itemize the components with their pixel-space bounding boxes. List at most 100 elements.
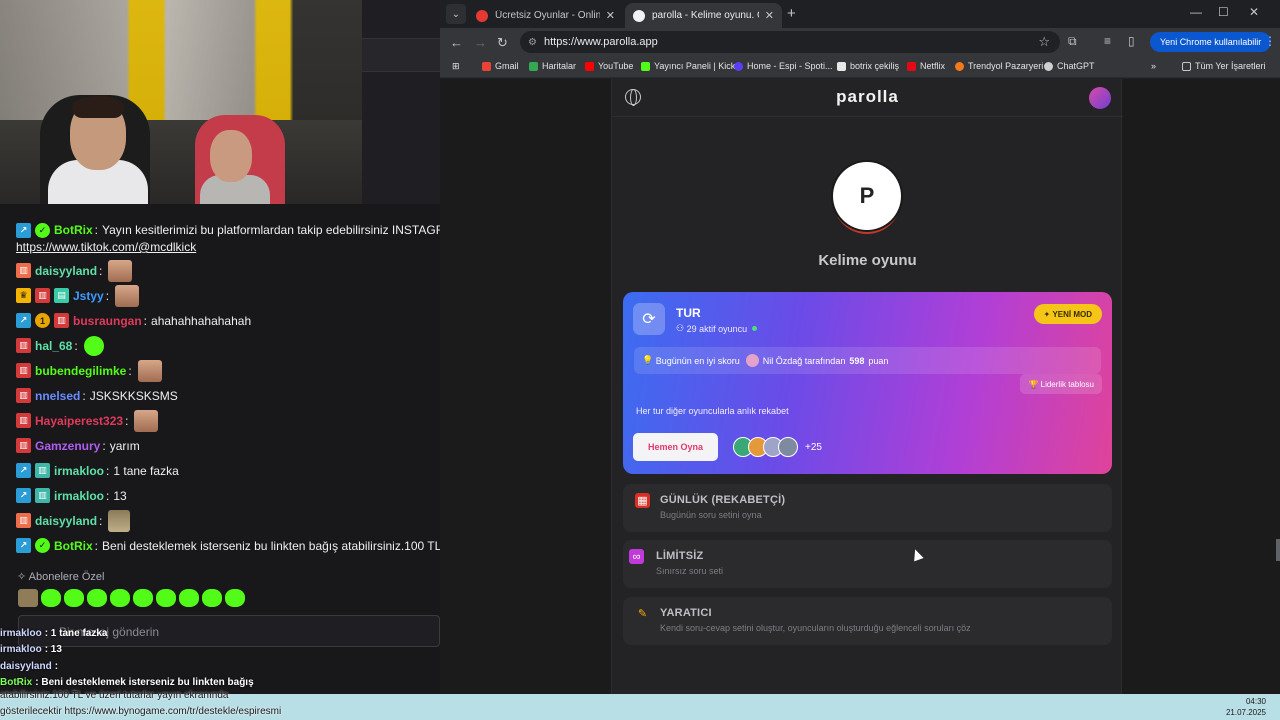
chat-link[interactable]: https://www.tiktok.com/@mcdlkick: [16, 240, 196, 254]
crown-badge-icon: ♛: [16, 288, 31, 303]
pencil-icon: ✎: [637, 608, 648, 620]
browser-toolbar: ← → ↻ ⚙ https://www.parolla.app ☆ ⧉ ≡ ▯ …: [440, 28, 1280, 56]
chat-text: ahahahhahahahah: [151, 313, 252, 328]
play-now-button[interactable]: Hemen Oyna: [633, 433, 718, 461]
bookmarks-overflow-icon[interactable]: »: [1151, 61, 1156, 71]
maximize-icon[interactable]: ☐: [1218, 5, 1229, 19]
forward-icon[interactable]: →: [474, 35, 487, 50]
tur-mode-card[interactable]: ⟳ TUR ⚇ 29 aktif oyuncu ✦ YENİ MOD 💡 Bug…: [623, 292, 1112, 474]
donation-ticker-line: gösterilecektir https://www.bynogame.com…: [0, 706, 282, 717]
face-emote-icon: [137, 359, 162, 382]
address-bar[interactable]: ⚙ https://www.parolla.app ☆: [520, 31, 1060, 53]
verified-badge-icon: ✓: [35, 538, 50, 553]
emote-icon[interactable]: [41, 589, 61, 607]
avatar[interactable]: [1089, 87, 1111, 109]
bookmark-chatgpt[interactable]: ChatGPT: [1044, 61, 1095, 71]
back-icon[interactable]: ←: [450, 35, 463, 50]
reading-list-icon[interactable]: ≡: [1104, 34, 1111, 48]
chat-text: 13: [113, 488, 127, 503]
chat-message: ↗ 1 ▥ busraungan: ahahahhahahahah: [0, 308, 440, 333]
emote-icon[interactable]: [156, 589, 176, 607]
close-icon[interactable]: ✕: [765, 9, 774, 22]
apps-icon[interactable]: ⊞: [452, 61, 460, 72]
emote-icon[interactable]: [202, 589, 222, 607]
chat-username[interactable]: Gamzenury: [35, 439, 100, 453]
chrome-update-button[interactable]: Yeni Chrome kullanılabilir: [1150, 32, 1272, 52]
stream-chat-overlay: irmakloo: 1 tane fazka irmakloo: 13 dais…: [0, 625, 440, 691]
bookmark-trendyol[interactable]: Trendyol Pazaryeri: [955, 61, 1043, 71]
bookmark-botrix[interactable]: botrix çekiliş: [837, 61, 899, 71]
close-window-icon[interactable]: ✕: [1249, 5, 1259, 19]
chat-message: ▥ Gamzenury: yarım: [0, 433, 440, 458]
gift-badge-icon: ▤: [54, 288, 69, 303]
emote-icon[interactable]: [110, 589, 130, 607]
new-tab-button[interactable]: +: [787, 5, 796, 22]
scrollbar[interactable]: [1276, 539, 1280, 561]
bookmark-star-icon[interactable]: ☆: [1038, 34, 1050, 50]
emote-icon[interactable]: [179, 589, 199, 607]
mode-limitsiz[interactable]: ∞ LİMİTSİZ Sınırsız soru seti: [623, 540, 1112, 588]
emote-icon[interactable]: [225, 589, 245, 607]
overlay-message: irmakloo: 1 tane fazka: [0, 627, 108, 639]
chat-username[interactable]: Hayaiperest323: [35, 414, 123, 428]
mode-yaratici[interactable]: ✎ YARATICI Kendi soru-cevap setini oluşt…: [623, 597, 1112, 645]
trophy-icon: 🏆: [1028, 379, 1041, 389]
chat-username[interactable]: irmakloo: [54, 464, 104, 478]
online-dot-icon: [752, 326, 758, 331]
chat-list: ↗ ✓ BotRix: Yayın kesitlerimizi bu platf…: [0, 218, 440, 558]
bookmark-gmail[interactable]: Gmail: [482, 61, 519, 71]
close-icon[interactable]: ✕: [606, 9, 615, 22]
chat-message: ♛ ▥ ▤ Jstyy:: [0, 283, 440, 308]
bookmark-kick[interactable]: Yayıncı Paneli | Kick: [641, 61, 735, 71]
app-logo[interactable]: parolla: [612, 87, 1123, 107]
arrow-badge-icon: ↗: [16, 538, 31, 553]
extensions-icon[interactable]: ⧉: [1068, 34, 1077, 49]
chat-message: ▥ hal_68:: [0, 333, 440, 358]
bookmark-netflix[interactable]: Netflix: [907, 61, 945, 71]
stream-panel: ↗ ✓ BotRix: Yayın kesitlerimizi bu platf…: [0, 0, 440, 694]
bookmark-haritalar[interactable]: Haritalar: [529, 61, 576, 71]
emote-icon[interactable]: [18, 589, 38, 607]
tab-parolla[interactable]: parolla - Kelime oyunu. Günlük ✕: [625, 3, 782, 28]
chat-username[interactable]: bubendegilimke: [35, 364, 126, 378]
chat-username[interactable]: daisyyland: [35, 264, 97, 278]
chat-username[interactable]: busraungan: [73, 314, 142, 328]
chat-username[interactable]: BotRix: [54, 223, 93, 237]
leaderboard-button[interactable]: 🏆 Liderlik tablosu: [1020, 374, 1102, 394]
chat-username[interactable]: daisyyland: [35, 514, 97, 528]
emote-icon[interactable]: [133, 589, 153, 607]
site-info-icon[interactable]: ⚙: [528, 37, 537, 48]
sparkle-icon: ✦: [1043, 309, 1053, 319]
reload-icon[interactable]: ↻: [497, 35, 508, 51]
bookmark-spotify[interactable]: Home - Espi - Spoti...: [734, 61, 833, 71]
tab-favicon-icon: [476, 9, 488, 22]
chat-username[interactable]: irmakloo: [54, 489, 104, 503]
chat-text: Beni desteklemek isterseniz bu linkten b…: [102, 538, 440, 553]
emote-icon[interactable]: [64, 589, 84, 607]
subscriber-badge-icon: ▥: [16, 413, 31, 428]
tab-favicon-icon: [633, 9, 645, 22]
verified-badge-icon: ✓: [35, 223, 50, 238]
more-players-count: +25: [805, 441, 822, 453]
tab-search-icon[interactable]: ⌄: [446, 4, 466, 24]
webcam-video: [0, 0, 362, 204]
mode-gunluk[interactable]: ▦ GÜNLÜK (REKABETÇİ) Bugünün soru setini…: [623, 484, 1112, 532]
chat-username[interactable]: BotRix: [54, 539, 93, 553]
stream-bar: [362, 38, 440, 72]
chat-message: ▥ daisyyland:: [0, 258, 440, 283]
screen: ↗ ✓ BotRix: Yayın kesitlerimizi bu platf…: [0, 0, 1280, 720]
kebab-menu-icon[interactable]: ⋮: [1264, 34, 1276, 48]
emote-icon[interactable]: [87, 589, 107, 607]
arrow-badge-icon: ↗: [16, 488, 31, 503]
tab-online-oyunlar[interactable]: Ücretsiz Oyunlar - Online Oyun ✕: [468, 3, 623, 28]
trash-icon[interactable]: ▯: [1128, 34, 1135, 48]
chat-username[interactable]: nnelsed: [35, 389, 80, 403]
chat-username[interactable]: Jstyy: [73, 289, 104, 303]
minimize-icon[interactable]: —: [1190, 5, 1202, 19]
system-clock[interactable]: 04:30 21.07.2025: [1226, 696, 1266, 718]
chat-text: JSKSKKSKSMS: [89, 388, 178, 403]
bookmark-youtube[interactable]: YouTube: [585, 61, 633, 71]
all-bookmarks[interactable]: Tüm Yer İşaretleri: [1182, 61, 1266, 71]
bulb-icon: 💡: [642, 355, 656, 365]
chat-username[interactable]: hal_68: [35, 339, 72, 353]
